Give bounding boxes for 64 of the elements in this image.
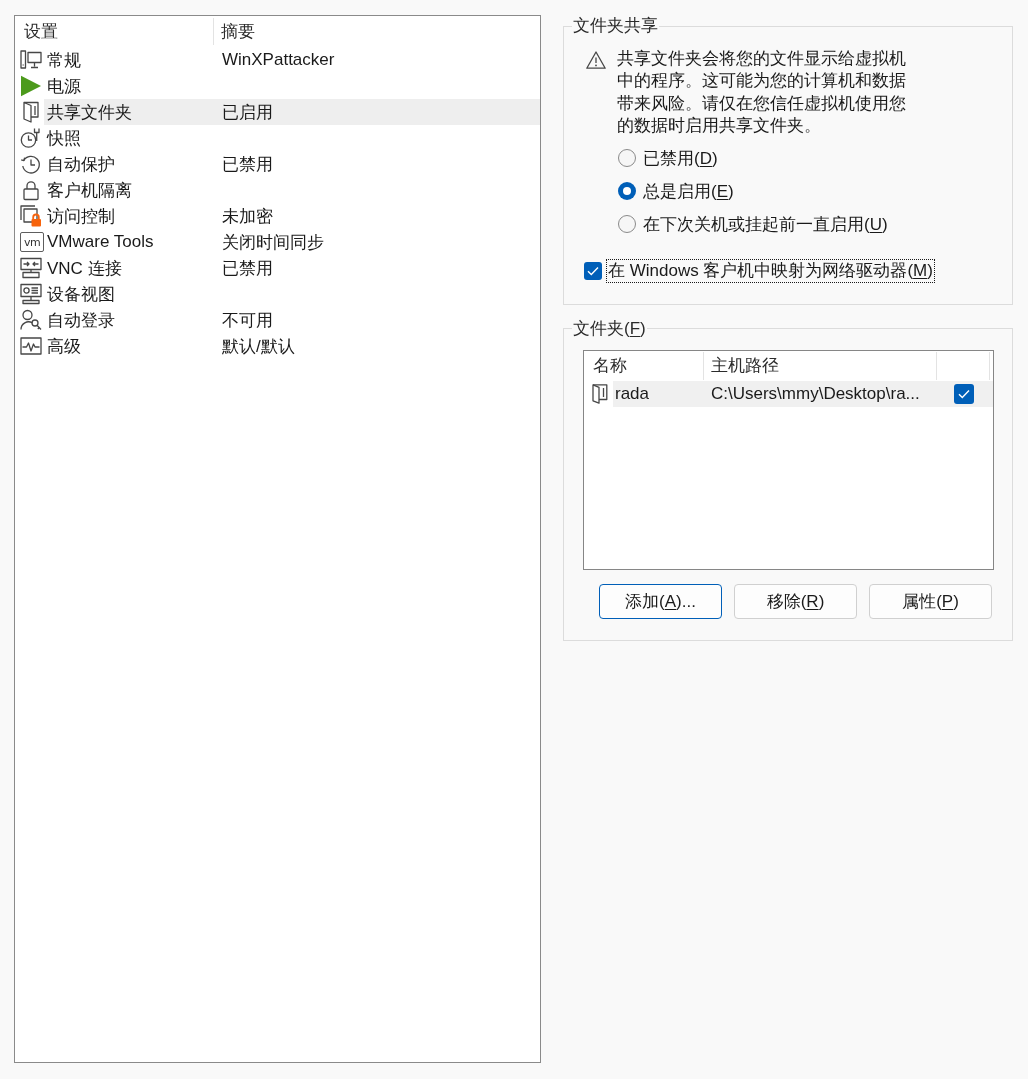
- settings-row[interactable]: VNC 连接 已禁用: [44, 255, 540, 281]
- setting-summary: WinXPattacker: [222, 50, 335, 70]
- group-title: 文件夹(F): [572, 317, 647, 340]
- add-button[interactable]: 添加(A)...: [599, 583, 722, 619]
- settings-row[interactable]: 快照: [44, 125, 540, 151]
- setting-name: VNC 连接: [47, 258, 122, 278]
- column-header[interactable]: 主机路径: [704, 351, 937, 380]
- setting-name: 访问控制: [47, 206, 115, 226]
- settings-row[interactable]: 客户机隔离: [44, 177, 540, 203]
- folder-row[interactable]: rada C:\Users\mmy\Desktop\ra...: [613, 380, 993, 407]
- column-header[interactable]: 名称: [584, 351, 704, 380]
- door-icon: [20, 101, 42, 123]
- play-icon: [20, 75, 42, 97]
- door-icon: [592, 383, 608, 404]
- warning-text: 共享文件夹会将您的文件显示给虚拟机中的程序。这可能为您的计算机和数据带来风险。请仅在您信任虚拟机使用您的数据时启用共享文件夹。: [617, 48, 907, 138]
- radio-option[interactable]: 已禁用(D): [618, 141, 718, 175]
- setting-name: 高级: [47, 336, 81, 356]
- warning-icon: [586, 51, 606, 69]
- setting-summary: 未加密: [222, 205, 273, 228]
- setting-summary: 已启用: [222, 101, 273, 124]
- setting-name: 自动保护: [47, 154, 115, 174]
- setting-name: 客户机隔离: [47, 180, 132, 200]
- settings-row[interactable]: VMware Tools 关闭时间同步: [44, 229, 540, 255]
- setting-summary: 不可用: [222, 309, 273, 332]
- settings-row[interactable]: 设备视图: [44, 281, 540, 307]
- clock-wrench-icon: [20, 127, 42, 149]
- remove-button[interactable]: 移除(R): [734, 583, 857, 619]
- user-key-icon: [20, 309, 42, 331]
- checkbox[interactable]: [953, 383, 974, 404]
- settings-row[interactable]: 高级 默认/默认: [44, 333, 540, 359]
- lock-icon: [20, 179, 42, 201]
- setting-name: 常规: [47, 50, 81, 70]
- setting-name: 共享文件夹: [47, 102, 132, 122]
- folder-name: rada: [615, 383, 650, 403]
- settings-row[interactable]: 自动保护 已禁用: [44, 151, 540, 177]
- setting-name: 自动登录: [47, 310, 115, 330]
- properties-button[interactable]: 属性(P): [869, 583, 992, 619]
- settings-row[interactable]: 共享文件夹 已启用: [44, 99, 540, 125]
- vm-logo: vm: [20, 232, 44, 252]
- radio-option[interactable]: 在下次关机或挂起前一直启用(U): [618, 207, 888, 241]
- setting-summary: 关闭时间同步: [222, 231, 324, 254]
- pulse-icon: [20, 335, 42, 357]
- setting-name: 设备视图: [47, 284, 115, 304]
- settings-row[interactable]: 常规 WinXPattacker: [44, 47, 540, 73]
- settings-row[interactable]: 电源: [44, 73, 540, 99]
- lock-window-icon: [20, 205, 42, 227]
- clock-arrow-icon: [20, 153, 42, 175]
- folder-path: C:\Users\mmy\Desktop\ra...: [711, 383, 920, 403]
- setting-summary: 已禁用: [222, 153, 273, 176]
- column-header[interactable]: 摘要: [214, 18, 255, 45]
- setting-name: 电源: [47, 76, 81, 96]
- setting-summary: 已禁用: [222, 257, 273, 280]
- settings-row[interactable]: 自动登录 不可用: [44, 307, 540, 333]
- setting-summary: 默认/默认: [222, 335, 295, 358]
- setting-name: 快照: [47, 128, 81, 148]
- radio-option[interactable]: 总是启用(E): [618, 174, 734, 208]
- checkmark-icon: [957, 388, 970, 399]
- computer-icon: [20, 49, 42, 71]
- setting-name: VMware Tools: [47, 232, 154, 251]
- screen-arrows-icon: [20, 257, 42, 279]
- group-title: 文件夹共享: [572, 15, 659, 37]
- settings-row[interactable]: 访问控制 未加密: [44, 203, 540, 229]
- column-header[interactable]: 设置: [15, 18, 214, 45]
- device-icon: [20, 283, 42, 305]
